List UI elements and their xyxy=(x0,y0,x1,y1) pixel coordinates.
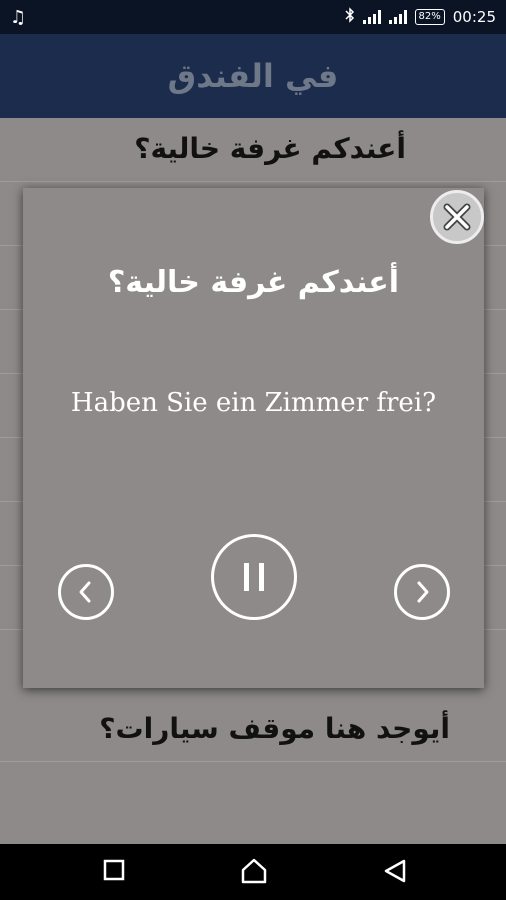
page-title: في الفندق xyxy=(167,57,339,95)
list-item-label: أعندكم غرفة خالية؟ xyxy=(134,132,406,165)
status-icons: 82% 00:25 xyxy=(345,7,496,27)
app-bar: في الفندق xyxy=(0,34,506,118)
previous-button[interactable] xyxy=(58,564,114,620)
music-note-icon: ♫ xyxy=(10,7,27,28)
dialog-german-text: Haben Sie ein Zimmer frei? xyxy=(70,388,437,418)
next-button[interactable] xyxy=(394,564,450,620)
recents-button[interactable] xyxy=(102,858,126,886)
home-button[interactable] xyxy=(240,858,268,888)
status-bar: ♫ 82% 00:25 xyxy=(0,0,506,34)
clock: 00:25 xyxy=(452,8,496,26)
chevron-right-icon xyxy=(417,581,429,603)
battery-icon: 82% xyxy=(414,9,445,25)
chevron-left-icon xyxy=(79,581,91,603)
back-button[interactable] xyxy=(382,858,408,888)
signal-icon-2 xyxy=(388,10,407,24)
close-icon xyxy=(443,203,471,231)
list-item[interactable]: أعندكم غرفة خالية؟ xyxy=(0,118,506,182)
back-icon xyxy=(384,859,406,883)
pause-icon xyxy=(244,563,264,591)
dialog-arabic-text: أعندكم غرفة خالية؟ xyxy=(107,265,400,300)
bluetooth-icon xyxy=(345,7,355,27)
close-button[interactable] xyxy=(430,190,484,244)
navigation-bar xyxy=(0,844,506,900)
recents-icon xyxy=(103,859,125,881)
signal-icon xyxy=(362,10,381,24)
list-item-label: أيوجد هنا موقف سيارات؟ xyxy=(99,712,450,745)
list-item[interactable]: أيوجد هنا موقف سيارات؟ xyxy=(0,698,506,762)
pause-button[interactable] xyxy=(211,534,297,620)
home-icon xyxy=(241,858,267,884)
